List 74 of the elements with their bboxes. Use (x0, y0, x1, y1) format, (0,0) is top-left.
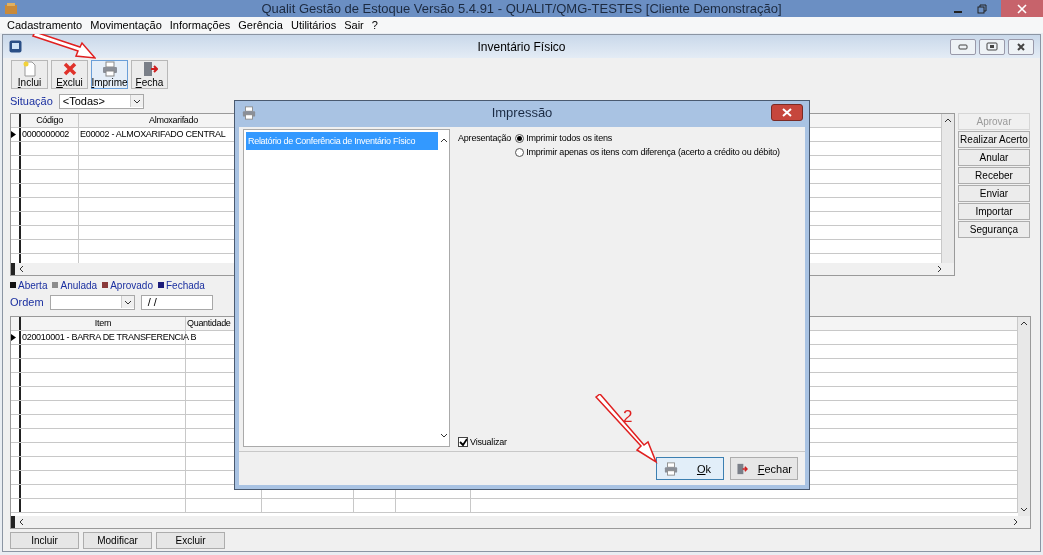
legend-label: Aberta (18, 279, 48, 291)
status-dropdown[interactable]: <Todas> (58, 93, 144, 109)
window-icon (9, 40, 22, 53)
scroll-down-icon[interactable] (439, 432, 448, 440)
window-title: Qualit Gestão de Estoque Versão 5.4.91 - QUALIT/QMG-TESTES [Cliente Demonstração] (261, 1, 782, 16)
menu-item[interactable]: Utilitários (286, 19, 341, 31)
toolbar-button[interactable]: Imprime (91, 60, 128, 89)
horizontal-scrollbar[interactable] (11, 516, 1030, 528)
scroll-up-icon[interactable] (944, 116, 952, 124)
menu-item[interactable]: Informações (165, 19, 235, 31)
preview-checkbox[interactable]: Visualizar (458, 437, 507, 447)
maximize-button[interactable] (979, 38, 1005, 55)
app-icon (4, 2, 18, 15)
legend-label: Fechada (166, 279, 205, 291)
field-label: Ordem (10, 296, 44, 308)
toolbar-button[interactable]: Fecha (131, 60, 168, 89)
dialog-button[interactable]: Ok (656, 457, 724, 480)
action-button[interactable]: Enviar (958, 185, 1030, 202)
menu-item[interactable]: Movimentação (86, 19, 166, 31)
table-cell: 020010001 - BARRA DE TRANSFERENCIA B (22, 332, 197, 342)
close-icon (1017, 3, 1027, 14)
annotation-arrow (593, 394, 659, 466)
menu-item[interactable]: Gerência (234, 19, 287, 31)
scroll-left-icon[interactable] (17, 518, 25, 526)
field-label: Situação (10, 95, 53, 107)
menu-item[interactable]: Sair (340, 19, 368, 31)
restore-icon[interactable] (977, 3, 987, 14)
action-button[interactable]: Importar (958, 203, 1030, 220)
vertical-scrollbar[interactable] (942, 114, 954, 263)
printer-icon (242, 105, 256, 120)
table-cell: E00002 - ALMOXARIFADO CENTRAL (80, 129, 226, 139)
printer-icon (662, 461, 680, 476)
grid-action-button[interactable]: Excluir (156, 532, 225, 549)
close-icon (1016, 41, 1026, 52)
exit-door-icon (141, 61, 158, 77)
close-button[interactable] (771, 104, 803, 121)
grid-action-button[interactable]: Modificar (83, 532, 152, 549)
scroll-down-icon[interactable] (1020, 506, 1028, 514)
radio-option[interactable]: Imprimir todos os itens (515, 133, 780, 143)
printer-icon (101, 61, 118, 77)
vertical-scrollbar[interactable] (1018, 317, 1030, 516)
new-document-icon (21, 61, 38, 77)
legend-label: Aprovado (110, 279, 153, 291)
field-label: Apresentação (458, 133, 512, 145)
dialog-button[interactable]: Fechar (730, 457, 798, 480)
action-button[interactable]: Anular (958, 149, 1030, 166)
table-cell: 0000000002 (22, 129, 70, 139)
minimize-icon (958, 43, 968, 50)
scroll-left-icon[interactable] (17, 265, 25, 273)
radio-option[interactable]: Imprimir apenas os itens com diferença (acerto a crédito ou débito) (515, 147, 780, 157)
close-button[interactable] (1008, 38, 1034, 55)
toolbar-button[interactable]: Inclui (11, 60, 48, 89)
date-field[interactable]: / / (140, 294, 213, 310)
action-button[interactable]: Realizar Acerto (958, 131, 1030, 148)
cross-icon (61, 61, 78, 77)
scroll-right-icon[interactable] (936, 265, 944, 273)
menu-item[interactable]: Cadastramento (3, 19, 87, 31)
action-button[interactable]: Receber (958, 167, 1030, 184)
annotation-number: 2 (623, 407, 633, 427)
scroll-right-icon[interactable] (1012, 518, 1020, 526)
column-header: Item (21, 317, 186, 330)
close-icon (782, 108, 792, 117)
scroll-up-icon[interactable] (439, 136, 448, 144)
child-window-title: Inventário Físico (477, 39, 566, 54)
legend-label: Anulada (60, 279, 98, 291)
dialog-title: Impressão (491, 105, 553, 120)
grid-action-button[interactable]: Incluir (10, 532, 79, 549)
menu-item[interactable]: ? (367, 19, 382, 31)
column-header: Código (21, 114, 79, 127)
maximize-icon (986, 42, 998, 51)
action-button[interactable]: Segurança (958, 221, 1030, 238)
toolbar-button[interactable]: Exclui (51, 60, 88, 89)
scroll-up-icon[interactable] (1020, 319, 1028, 327)
checkmark-icon (459, 437, 467, 447)
